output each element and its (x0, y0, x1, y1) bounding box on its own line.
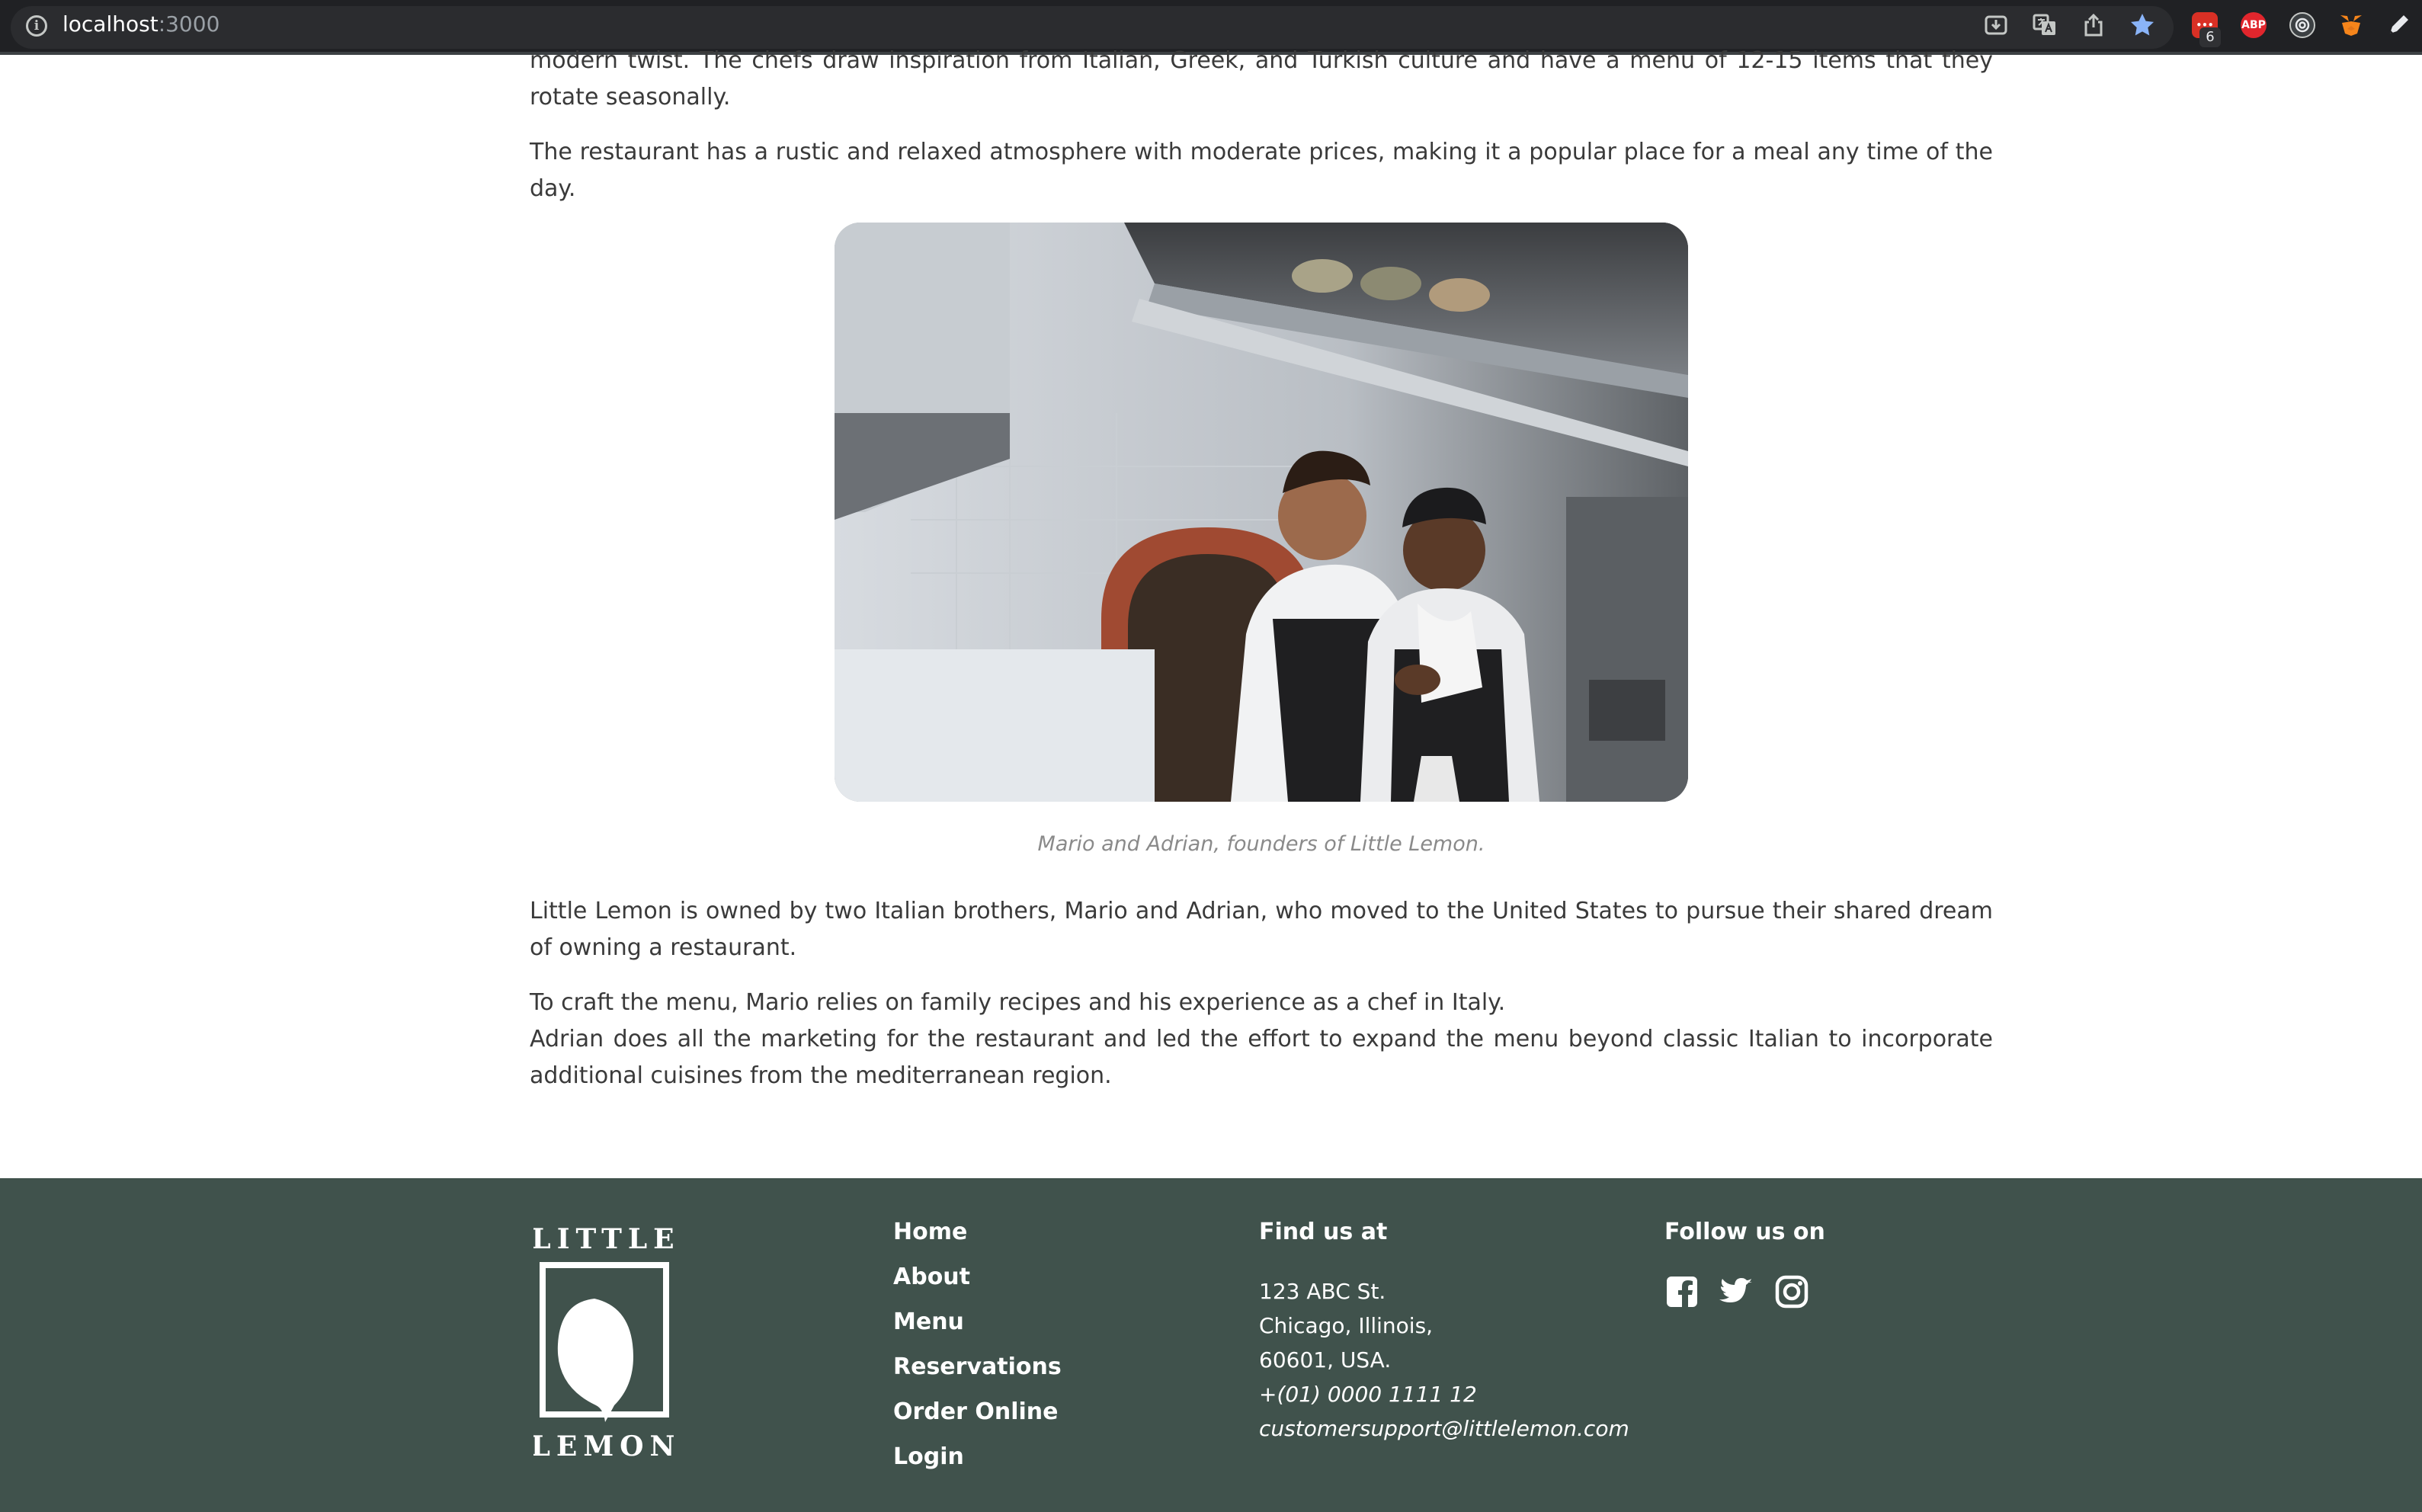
edit-pen-icon[interactable] (2385, 12, 2411, 38)
url-port: :3000 (158, 11, 220, 37)
mention-extension-icon[interactable] (2289, 12, 2315, 38)
menu-craft-line-1: To craft the menu, Mario relies on famil… (530, 989, 1506, 1016)
atmosphere-paragraph: The restaurant has a rustic and relaxed … (530, 139, 1993, 202)
footer-link-menu[interactable]: Menu (893, 1306, 1062, 1351)
find-us-heading: Find us at (1259, 1219, 1388, 1245)
site-info-icon[interactable]: i (26, 15, 47, 37)
little-lemon-logo[interactable]: LITTLE LEMON (531, 1222, 678, 1466)
founders-photo-illustration (835, 223, 1688, 802)
bookmark-star-icon[interactable] (2129, 12, 2155, 38)
translate-icon[interactable] (2032, 12, 2058, 38)
logo-text-top: LITTLE (533, 1223, 678, 1255)
facebook-icon[interactable] (1664, 1274, 1700, 1309)
address-city: Chicago, Illinois, (1259, 1313, 1434, 1338)
share-icon[interactable] (2081, 12, 2106, 38)
footer-nav: Home About Menu Reservations Order Onlin… (893, 1216, 1062, 1486)
contact-address: 123 ABC St. Chicago, Illinois, 60601, US… (1259, 1274, 1629, 1446)
url-host: localhost (62, 11, 159, 37)
footer-link-order-online[interactable]: Order Online (893, 1396, 1062, 1441)
owners-paragraph: Little Lemon is owned by two Italian bro… (530, 898, 1993, 961)
url-text[interactable]: localhost:3000 (62, 11, 219, 38)
photo-caption: Mario and Adrian, founders of Little Lem… (1037, 832, 1485, 856)
metamask-extension-icon[interactable] (2338, 12, 2364, 38)
extension-badge: 6 (2199, 27, 2221, 47)
footer-link-about[interactable]: About (893, 1261, 1062, 1306)
site-footer (0, 1178, 2422, 1512)
menu-craft-line-2: Adrian does all the marketing for the re… (530, 1026, 1993, 1089)
footer-link-login[interactable]: Login (893, 1441, 1062, 1486)
founders-photo (835, 223, 1688, 802)
logo-text-bottom: LEMON (533, 1430, 678, 1462)
address-street: 123 ABC St. (1259, 1279, 1386, 1304)
footer-link-home[interactable]: Home (893, 1216, 1062, 1261)
twitter-icon[interactable] (1719, 1274, 1754, 1309)
footer-link-reservations[interactable]: Reservations (893, 1351, 1062, 1396)
intro-paragraph: modern twist. The chefs draw inspiration… (530, 43, 1993, 116)
adblock-extension-icon[interactable]: ABP (2241, 12, 2267, 38)
follow-us-heading: Follow us on (1664, 1219, 1825, 1245)
contact-email[interactable]: customersupport@littlelemon.com (1259, 1411, 1629, 1446)
instagram-icon[interactable] (1774, 1274, 1809, 1309)
contact-phone[interactable]: +(01) 0000 1111 12 (1259, 1377, 1629, 1411)
menu-craft-paragraph: To craft the menu, Mario relies on famil… (530, 985, 1993, 1094)
address-zip: 60601, USA. (1259, 1347, 1392, 1373)
install-app-icon[interactable] (1983, 12, 2009, 38)
intro-paragraph-text: modern twist. The chefs draw inspiration… (530, 47, 1993, 111)
